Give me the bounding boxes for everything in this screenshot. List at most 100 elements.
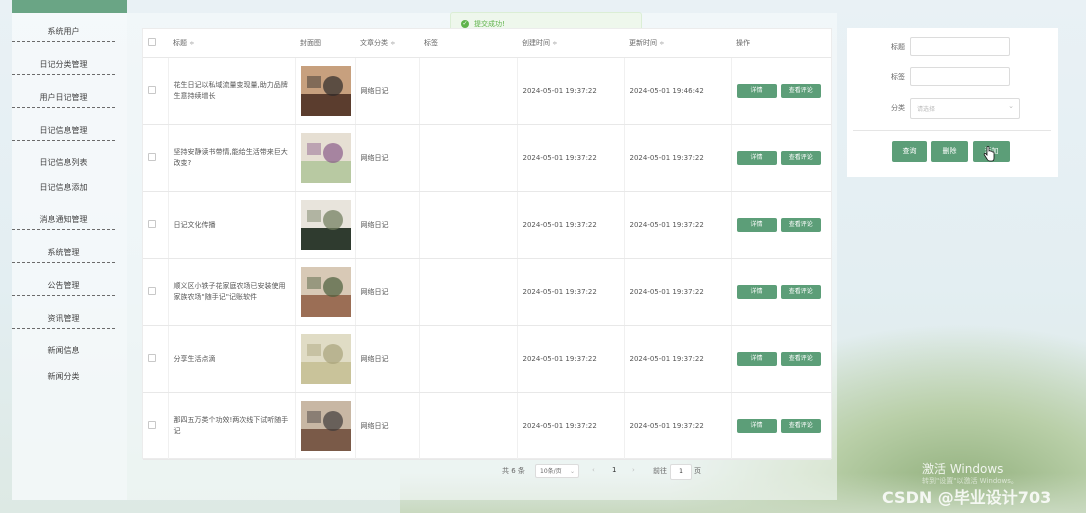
row-tags [419, 57, 518, 125]
table-row: 顺义区小铁子花家庭农场已安装使用家族农场"随手记"记账软件 网络日记 2024-05… [143, 258, 831, 326]
sidebar-item-7[interactable]: 系统管理 [12, 247, 115, 263]
windows-activation-title: 激活 Windows [922, 462, 1004, 476]
sidebar-item-5[interactable]: 日记信息添加 [12, 182, 115, 193]
row-category: 网络日记 [355, 258, 420, 326]
view-comments-button[interactable]: 查看评论 [780, 84, 821, 98]
header-actions: 操作 [731, 29, 831, 58]
row-created: 2024-05-01 19:37:22 [517, 392, 625, 460]
table-header-row: 标题 ≑ 封面图 文章分类 ≑ 标签 创建时间 ≑ 更新时间 ≑ 操作 [143, 29, 831, 58]
check-icon: ✓ [461, 20, 469, 28]
detail-button[interactable]: 详情 [736, 218, 777, 232]
row-title: 顺义区小铁子花家庭农场已安装使用家族农场"随手记"记账软件 [168, 258, 296, 326]
category-placeholder: 请选择 [917, 106, 936, 113]
row-tags [419, 325, 518, 393]
table-row: 那四五万类个功效!两次线下试听随手记 网络日记 2024-05-01 19:37:2… [143, 392, 831, 460]
sort-icon: ≑ [189, 40, 195, 47]
sidebar-item-6[interactable]: 消息通知管理 [12, 214, 115, 230]
sort-icon: ≑ [390, 40, 396, 47]
current-page[interactable]: 1 [612, 466, 616, 474]
title-input[interactable] [910, 37, 1010, 56]
table-row: 坚持安静读书带情,能给生活带来巨大改变? 网络日记 2024-05-01 19:37… [143, 124, 831, 192]
tags-input[interactable] [910, 67, 1010, 86]
row-tags [419, 392, 518, 460]
row-updated: 2024-05-01 19:37:22 [624, 124, 732, 192]
sidebar-item-3[interactable]: 日记信息管理 [12, 125, 115, 141]
row-checkbox[interactable] [148, 153, 156, 161]
row-updated: 2024-05-01 19:46:42 [624, 57, 732, 125]
row-updated: 2024-05-01 19:37:22 [624, 258, 732, 326]
sidebar-item-11[interactable]: 新闻分类 [12, 371, 115, 382]
row-tags [419, 124, 518, 192]
divider [853, 130, 1051, 131]
header-category[interactable]: 文章分类 ≑ [355, 29, 419, 58]
view-comments-button[interactable]: 查看评论 [780, 151, 821, 165]
row-tags [419, 191, 518, 259]
table-row: 日记文化传播 网络日记 2024-05-01 19:37:22 2024-05-01 … [143, 191, 831, 259]
sidebar-item-1[interactable]: 日记分类管理 [12, 59, 115, 75]
delete-button[interactable]: 删除 [931, 141, 968, 162]
sidebar-item-9[interactable]: 资讯管理 [12, 313, 115, 329]
row-created: 2024-05-01 19:37:22 [517, 57, 625, 125]
cover-thumbnail[interactable] [300, 401, 351, 451]
row-tags [419, 258, 518, 326]
cover-thumbnail[interactable] [300, 334, 351, 384]
prev-page-button[interactable]: ‹ [592, 466, 595, 474]
header-tags: 标签 [419, 29, 517, 58]
cover-thumbnail[interactable] [300, 200, 351, 250]
page-size-select[interactable]: 10条/页 ⌄ [535, 464, 579, 478]
sidebar-item-4[interactable]: 日记信息列表 [12, 157, 115, 168]
chevron-down-icon: ⌄ [1008, 102, 1014, 110]
view-comments-button[interactable]: 查看评论 [780, 218, 821, 232]
csdn-watermark: CSDN @毕业设计703 [882, 488, 1052, 507]
hand-cursor-icon [983, 146, 995, 162]
detail-button[interactable]: 详情 [736, 419, 777, 433]
row-created: 2024-05-01 19:37:22 [517, 258, 625, 326]
row-created: 2024-05-01 19:37:22 [517, 191, 625, 259]
row-title: 坚持安静读书带情,能给生活带来巨大改变? [168, 124, 296, 192]
row-checkbox[interactable] [148, 220, 156, 228]
select-all-checkbox[interactable] [148, 38, 156, 46]
diary-table: 标题 ≑ 封面图 文章分类 ≑ 标签 创建时间 ≑ 更新时间 ≑ 操作 花生日记… [142, 28, 832, 460]
goto-page-input[interactable]: 1 [670, 464, 692, 480]
row-title: 日记文化传播 [168, 191, 296, 259]
cover-thumbnail[interactable] [300, 267, 351, 317]
view-comments-button[interactable]: 查看评论 [780, 419, 821, 433]
detail-button[interactable]: 详情 [736, 84, 777, 98]
row-checkbox[interactable] [148, 354, 156, 362]
sort-icon: ≑ [659, 40, 665, 47]
category-select[interactable]: 请选择 ⌄ [910, 98, 1020, 119]
row-created: 2024-05-01 19:37:22 [517, 325, 625, 393]
tags-label: 标签 [891, 73, 905, 81]
row-category: 网络日记 [355, 124, 420, 192]
row-checkbox[interactable] [148, 86, 156, 94]
row-created: 2024-05-01 19:37:22 [517, 124, 625, 192]
row-checkbox[interactable] [148, 287, 156, 295]
sidebar-item-8[interactable]: 公告管理 [12, 280, 115, 296]
pagination-total: 共 6 条 [502, 467, 525, 475]
detail-button[interactable]: 详情 [736, 151, 777, 165]
view-comments-button[interactable]: 查看评论 [780, 285, 821, 299]
detail-button[interactable]: 详情 [736, 352, 777, 366]
header-created[interactable]: 创建时间 ≑ [517, 29, 624, 58]
query-button[interactable]: 查询 [892, 141, 927, 162]
view-comments-button[interactable]: 查看评论 [780, 352, 821, 366]
header-title[interactable]: 标题 ≑ [168, 29, 295, 58]
detail-button[interactable]: 详情 [736, 285, 777, 299]
sidebar-topbar [12, 0, 127, 13]
row-title: 分享生活点滴 [168, 325, 296, 393]
goto-label: 前往 [653, 467, 667, 475]
sidebar-item-10[interactable]: 新闻信息 [12, 345, 115, 356]
row-category: 网络日记 [355, 191, 420, 259]
next-page-button[interactable]: › [632, 466, 635, 474]
row-category: 网络日记 [355, 57, 420, 125]
row-updated: 2024-05-01 19:37:22 [624, 191, 732, 259]
title-label: 标题 [891, 43, 905, 51]
header-updated[interactable]: 更新时间 ≑ [624, 29, 731, 58]
page-size-value: 10条/页 [540, 468, 562, 475]
row-checkbox[interactable] [148, 421, 156, 429]
sidebar-item-2[interactable]: 用户日记管理 [12, 92, 115, 108]
cover-thumbnail[interactable] [300, 66, 351, 116]
sidebar-item-0[interactable]: 系统用户 [12, 26, 115, 42]
row-title: 花生日记以私域流量变现量,助力品牌生意持续增长 [168, 57, 296, 125]
cover-thumbnail[interactable] [300, 133, 351, 183]
